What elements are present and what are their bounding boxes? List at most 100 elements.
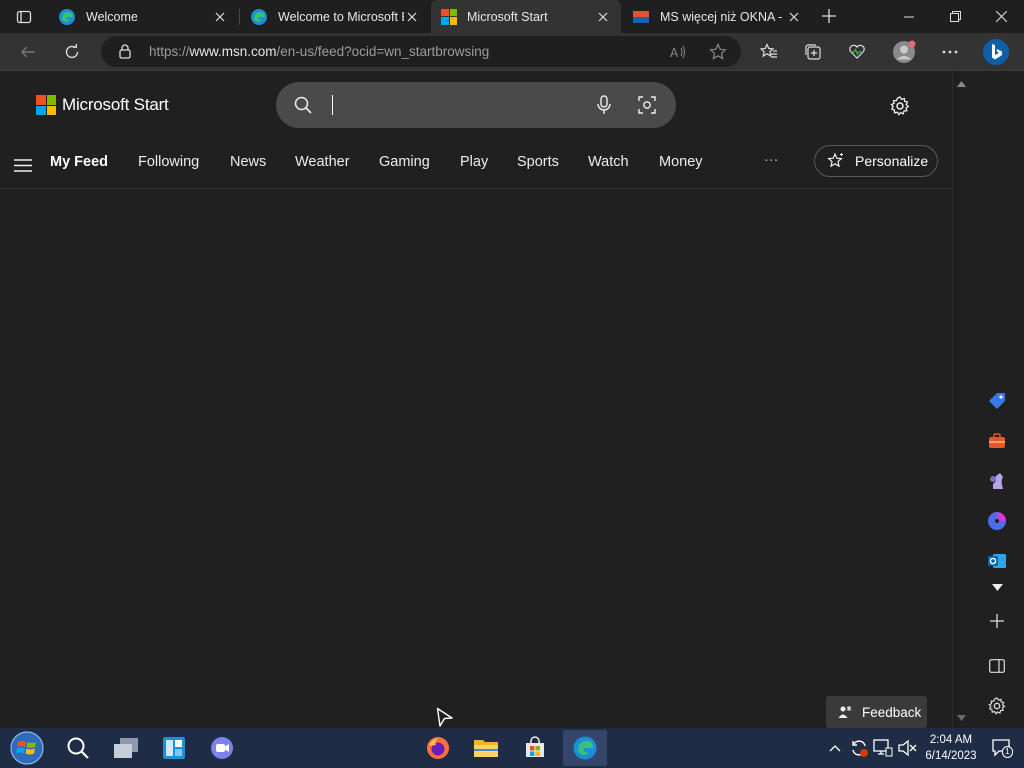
task-view-button[interactable]: [108, 732, 144, 764]
site-favicon-icon: [633, 10, 649, 23]
games-chess-icon[interactable]: [987, 471, 1007, 491]
tab-microsoft-start[interactable]: Microsoft Start: [431, 0, 621, 33]
nav-more-button[interactable]: ···: [764, 152, 779, 168]
nav-news[interactable]: News: [230, 154, 266, 170]
network-tray[interactable]: [873, 738, 893, 758]
search-box[interactable]: [276, 82, 676, 128]
more-dots-icon: [942, 50, 958, 54]
browser-essentials-button[interactable]: [841, 37, 873, 67]
close-icon: [995, 11, 1007, 22]
firefox-icon: [427, 737, 449, 759]
firefox-button[interactable]: [420, 732, 456, 764]
hide-sidebar-icon[interactable]: [987, 656, 1007, 676]
nav-my-feed[interactable]: My Feed: [50, 154, 108, 170]
tab-welcome-edge[interactable]: Welcome to Microsoft E: [240, 0, 430, 33]
widgets-button[interactable]: [156, 732, 192, 764]
notification-center-button[interactable]: 1: [991, 738, 1013, 758]
favorites-button[interactable]: [753, 37, 785, 67]
sidebar-dropdown-icon[interactable]: [987, 577, 1007, 597]
svg-text:A: A: [670, 46, 679, 60]
lock-icon[interactable]: [117, 43, 133, 59]
microsoft-365-icon[interactable]: [987, 511, 1007, 531]
search-icon[interactable]: [294, 96, 312, 114]
nav-following[interactable]: Following: [138, 154, 199, 170]
tab-ms-wiecej[interactable]: MS więcej niż OKNA - p: [622, 0, 812, 33]
network-icon: [873, 739, 893, 757]
edge-taskbar-button[interactable]: [563, 730, 607, 766]
edge-sidebar: [970, 71, 1024, 728]
teams-chat-button[interactable]: [204, 732, 240, 764]
url-text: https://www.msn.com/en-us/feed?ocid=wn_s…: [149, 44, 490, 59]
feedback-button[interactable]: Feedback: [826, 696, 927, 728]
sync-status-tray[interactable]: [849, 738, 869, 758]
sparkle-star-icon: [827, 152, 843, 168]
address-bar[interactable]: https://www.msn.com/en-us/feed?ocid=wn_s…: [101, 36, 741, 67]
personalize-label: Personalize: [855, 153, 929, 169]
add-sidebar-app-icon[interactable]: [987, 611, 1007, 631]
volume-muted-icon: [898, 739, 917, 757]
page-settings-button[interactable]: [886, 94, 914, 118]
personalize-button[interactable]: Personalize: [814, 145, 938, 177]
nav-watch[interactable]: Watch: [588, 154, 629, 170]
bing-chat-button[interactable]: [981, 37, 1011, 67]
read-aloud-icon[interactable]: A: [669, 43, 687, 61]
teams-chat-icon: [211, 737, 233, 759]
show-hidden-icons-button[interactable]: [825, 738, 845, 758]
collections-icon: [805, 44, 821, 60]
feedback-icon: [838, 706, 852, 718]
folder-icon: [474, 740, 498, 757]
tab-strip: Welcome Welcome to Microsoft E Microsoft…: [0, 0, 1024, 33]
new-tab-button[interactable]: [814, 5, 844, 27]
notification-count-badge: 1: [1002, 746, 1013, 758]
scroll-up-arrow-icon: [957, 81, 966, 87]
refresh-button[interactable]: [56, 37, 88, 67]
close-tab-icon[interactable]: [212, 9, 228, 25]
gear-icon: [890, 96, 910, 116]
feedback-label: Feedback: [862, 704, 922, 720]
microsoft-start-logo[interactable]: Microsoft Start: [36, 95, 169, 115]
nav-weather[interactable]: Weather: [295, 154, 350, 170]
page-scrollbar[interactable]: [952, 71, 969, 728]
favorite-star-icon[interactable]: [709, 43, 727, 61]
outlook-icon[interactable]: [987, 551, 1007, 571]
close-tab-icon[interactable]: [404, 9, 420, 25]
profile-button[interactable]: [888, 37, 920, 67]
feed-nav: My Feed Following News Weather Gaming Pl…: [0, 143, 952, 189]
close-window-button[interactable]: [978, 0, 1024, 33]
tab-title: Welcome to Microsoft E: [278, 9, 404, 24]
back-button[interactable]: [12, 37, 44, 67]
hamburger-menu-icon[interactable]: [14, 159, 32, 172]
tab-actions-button[interactable]: [8, 6, 40, 28]
nav-sports[interactable]: Sports: [517, 154, 559, 170]
scroll-down-arrow-icon: [957, 715, 966, 721]
start-button[interactable]: [8, 730, 46, 766]
shopping-tag-icon[interactable]: [987, 391, 1007, 411]
volume-tray[interactable]: [897, 738, 917, 758]
nav-gaming[interactable]: Gaming: [379, 154, 430, 170]
sidebar-settings-gear-icon[interactable]: [987, 696, 1007, 716]
avatar-icon: [893, 40, 916, 63]
taskbar-clock[interactable]: 2:04 AM 6/14/2023: [918, 732, 984, 764]
minimize-button[interactable]: [886, 0, 932, 33]
clock-date: 6/14/2023: [925, 750, 977, 762]
windows-start-orb-icon: [10, 731, 44, 765]
close-tab-icon[interactable]: [595, 9, 611, 25]
settings-more-button[interactable]: [934, 37, 966, 67]
edge-icon: [251, 8, 267, 25]
visual-search-icon[interactable]: [638, 96, 656, 114]
microphone-icon[interactable]: [596, 95, 612, 115]
nav-money[interactable]: Money: [659, 154, 703, 170]
refresh-icon: [65, 44, 79, 59]
tab-welcome[interactable]: Welcome: [48, 0, 238, 33]
taskbar-search-button[interactable]: [60, 732, 96, 764]
microsoft-store-button[interactable]: [517, 732, 553, 764]
sync-error-icon: [852, 740, 868, 757]
heart-pulse-icon: [849, 44, 865, 59]
restore-button[interactable]: [932, 0, 978, 33]
clock-time: 2:04 AM: [929, 734, 973, 746]
tools-briefcase-icon[interactable]: [987, 431, 1007, 451]
collections-button[interactable]: [797, 37, 829, 67]
nav-play[interactable]: Play: [460, 154, 488, 170]
close-tab-icon[interactable]: [786, 9, 802, 25]
file-explorer-button[interactable]: [468, 732, 504, 764]
